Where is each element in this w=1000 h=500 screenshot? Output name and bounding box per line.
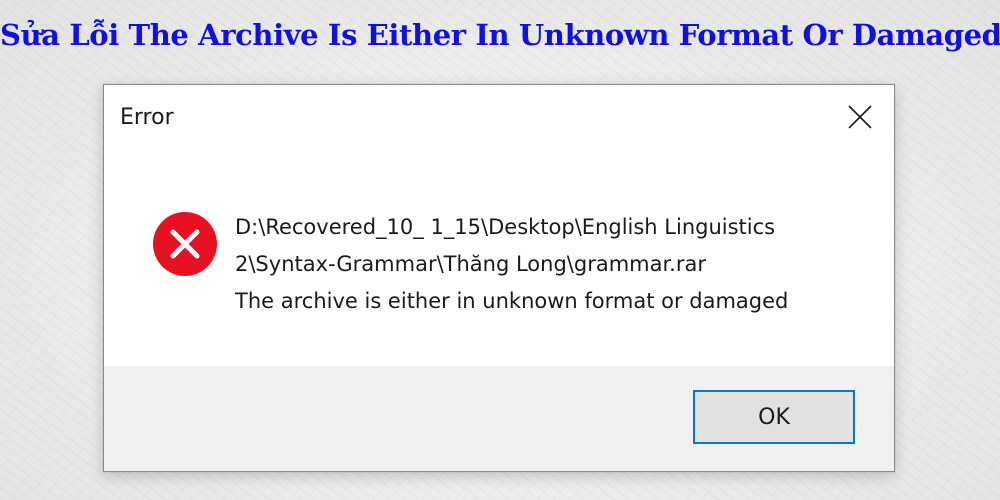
page-headline: Sửa Lỗi The Archive Is Either In Unknown… (0, 18, 1000, 52)
message-line-path-1: D:\Recovered_10_ 1_15\Desktop\English Li… (235, 215, 776, 239)
dialog-titlebar[interactable]: Error (104, 85, 894, 153)
dialog-title: Error (120, 105, 174, 130)
ok-button-label: OK (758, 404, 790, 430)
message-line-error: The archive is either in unknown format … (235, 289, 789, 313)
ok-button[interactable]: OK (693, 390, 855, 444)
close-button[interactable] (832, 91, 888, 143)
error-icon (153, 212, 217, 276)
dialog-footer: OK (104, 366, 894, 471)
close-icon (848, 105, 872, 129)
message-line-path-2: 2\Syntax-Grammar\Thăng Long\grammar.rar (235, 252, 706, 276)
error-dialog: Error D:\Recovered_10_ 1_15\Desktop\Engl… (103, 84, 895, 472)
dialog-content: D:\Recovered_10_ 1_15\Desktop\English Li… (104, 153, 894, 368)
error-message: D:\Recovered_10_ 1_15\Desktop\English Li… (235, 209, 788, 320)
